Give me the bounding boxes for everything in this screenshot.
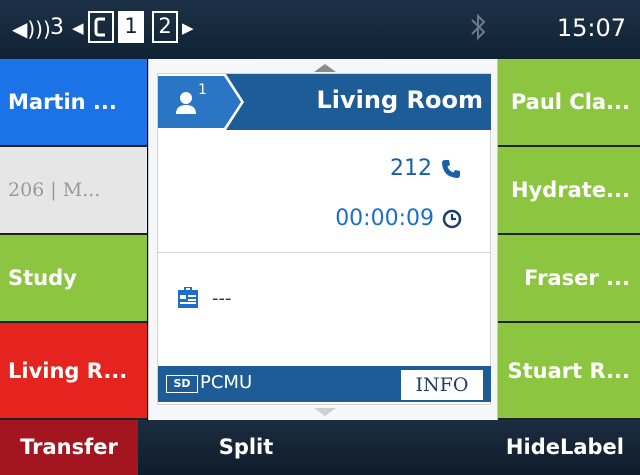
line-key-label: Stuart R... bbox=[507, 358, 630, 383]
call-header: 1 Living Room bbox=[158, 74, 491, 130]
page-2-button[interactable]: 2 bbox=[152, 11, 178, 43]
transfer-button[interactable]: Transfer bbox=[0, 420, 138, 475]
line-key-label: Hydrate... bbox=[510, 178, 630, 202]
contact-info: --- bbox=[212, 287, 232, 309]
call-duration-row: 00:00:09 bbox=[335, 206, 462, 231]
line-key-7[interactable]: Fraser ... bbox=[498, 235, 640, 323]
bluetooth-icon bbox=[471, 13, 486, 41]
line-key-2[interactable]: 206 | M... bbox=[0, 147, 147, 235]
line-badge-icon: 1 bbox=[158, 74, 244, 130]
split-button[interactable]: Split bbox=[196, 420, 296, 475]
clock: 15:07 bbox=[556, 14, 626, 42]
call-popup: 1 Living Room 212 00:00:09 --- SD PCMU I… bbox=[148, 59, 498, 420]
page-1-button[interactable]: 1 bbox=[118, 11, 144, 43]
softkey-bar: Transfer Split HideLabel bbox=[0, 420, 640, 475]
line-key-8[interactable]: Stuart R... bbox=[498, 323, 640, 420]
contact-info-row: --- bbox=[176, 286, 232, 310]
speaker-icon: ◀))) bbox=[12, 17, 51, 41]
line-key-label: Martin ... bbox=[8, 90, 117, 114]
hide-label-button[interactable]: HideLabel bbox=[470, 420, 640, 475]
prev-page-icon[interactable]: ◀ bbox=[72, 19, 84, 37]
hd-codec-badge: SD bbox=[166, 375, 198, 393]
call-footer: SD PCMU INFO bbox=[158, 366, 491, 402]
line-key-6[interactable]: Hydrate... bbox=[498, 147, 640, 235]
line-status-icon bbox=[88, 11, 114, 43]
call-number-row: 212 bbox=[390, 156, 462, 181]
scroll-down-icon[interactable] bbox=[314, 408, 336, 416]
call-card[interactable]: 1 Living Room 212 00:00:09 --- SD PCMU I… bbox=[157, 73, 491, 405]
call-duration: 00:00:09 bbox=[335, 206, 434, 231]
line-key-label: Study bbox=[8, 266, 77, 290]
line-key-1[interactable]: Martin ... bbox=[0, 59, 147, 147]
call-number: 212 bbox=[390, 156, 432, 181]
line-key-label: Living R... bbox=[8, 358, 128, 383]
clock-icon bbox=[442, 209, 462, 228]
divider bbox=[158, 252, 491, 253]
contact-card-icon bbox=[178, 287, 198, 308]
line-key-label: Fraser ... bbox=[524, 266, 630, 290]
next-page-icon[interactable]: ▶ bbox=[182, 19, 194, 37]
codec-label: PCMU bbox=[200, 372, 253, 393]
line-key-5[interactable]: Paul Cla... bbox=[498, 59, 640, 147]
line-key-label: Paul Cla... bbox=[510, 90, 630, 114]
line-badge-number: 1 bbox=[198, 82, 207, 98]
phone-icon bbox=[442, 159, 460, 178]
line-key-3[interactable]: Study bbox=[0, 235, 147, 323]
scroll-up-icon[interactable] bbox=[314, 64, 336, 72]
call-contact-name: Living Room bbox=[316, 86, 483, 114]
line-count: 3 bbox=[50, 15, 64, 40]
info-button[interactable]: INFO bbox=[401, 370, 483, 400]
line-key-label: 206 | M... bbox=[8, 179, 101, 201]
status-bar: ◀))) 3 ◀ 1 2 ▶ 15:07 bbox=[0, 0, 640, 59]
line-key-4[interactable]: Living R... bbox=[0, 323, 147, 420]
